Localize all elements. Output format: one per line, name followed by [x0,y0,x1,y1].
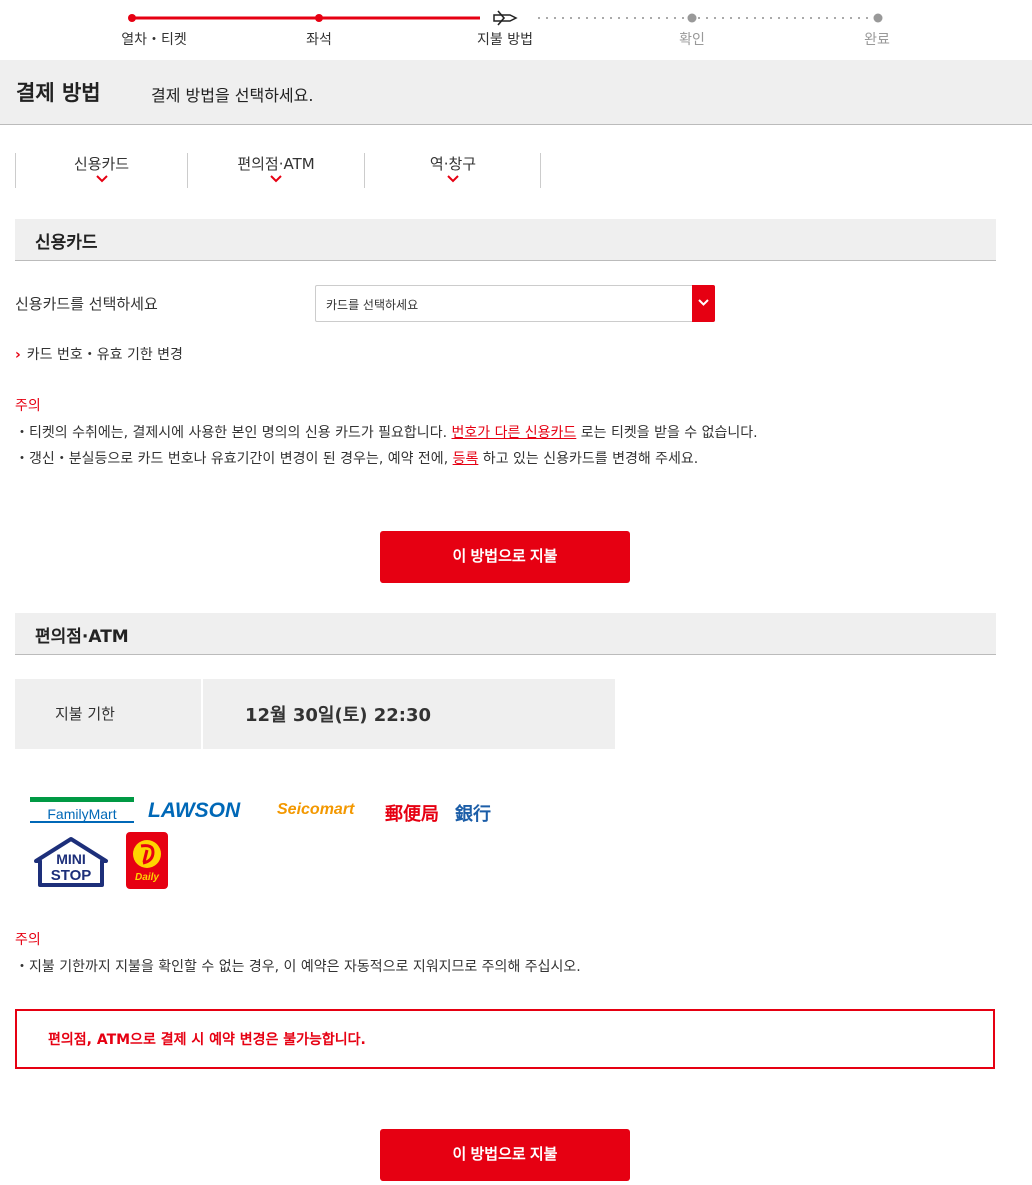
chevron-down-icon [447,175,459,183]
different-card-link[interactable]: 번호가 다른 신용카드 [451,425,576,441]
section-title: 편의점·ATM [35,627,129,647]
page-subtitle: 결제 방법을 선택하세요. [151,86,314,105]
chevron-right-icon: › [15,347,21,363]
daily-text: Daily [135,872,159,883]
change-card-label: 카드 번호・유효 기한 변경 [26,347,183,363]
warning-box: 편의점, ATM으로 결제 시 예약 변경은 불가능합니다. [15,1009,995,1069]
tab-label: 신용카드 [73,155,130,173]
tab-label: 편의점·ATM [237,155,315,173]
tab-convenience-atm[interactable]: 편의점·ATM [187,153,364,188]
pay-store-button[interactable]: 이 방법으로 지불 [380,1129,630,1181]
step-dot-4 [687,13,697,23]
tab-divider [540,153,541,188]
page-header: 결제 방법 결제 방법을 선택하세요. [0,60,1032,125]
pay-credit-button[interactable]: 이 방법으로 지불 [380,531,630,583]
warning-text: 편의점, ATM으로 결제 시 예약 변경은 불가능합니다. [48,1032,366,1048]
register-link[interactable]: 등록 [453,451,479,467]
notice-text: ・갱신・분실등으로 카드 번호나 유효기간이 변경이 된 경우는, 예약 전에, [15,451,453,467]
tab-label: 역·창구 [429,155,477,173]
select-toggle[interactable] [692,285,715,322]
section-heading-credit: 신용카드 [15,219,996,261]
ministop-text-2: STOP [51,867,92,884]
notice-title: 주의 [15,398,41,414]
notice-text: 로는 티켓을 받을 수 없습니다. [576,425,758,441]
card-select-value: 카드를 선택하세요 [326,298,419,312]
section-title: 신용카드 [35,233,98,253]
notice-title: 주의 [15,932,41,948]
lawson-logo: LAWSON [148,799,241,822]
notice-text: 하고 있는 신용카드를 변경해 주세요. [478,451,699,467]
page-title: 결제 방법 [16,81,101,105]
step-dot-5 [873,13,883,23]
card-select[interactable]: 카드를 선택하세요 [315,285,715,322]
step-dot-2 [315,14,323,22]
ministop-text-1: MINI [56,851,86,867]
familymart-logo: FamilyMart [30,797,134,825]
change-card-link[interactable]: › 카드 번호・유효 기한 변경 [15,344,183,364]
section-heading-store: 편의점·ATM [15,613,996,655]
step-label-train: 열차・티켓 [121,32,187,48]
chevron-down-icon [698,299,709,306]
ministop-logo: MINI STOP [34,837,108,887]
deadline-label-cell: 지불 기한 [15,679,203,749]
chevron-down-icon [270,175,282,183]
daily-yamazaki-logo: Daily [126,832,168,889]
tab-credit-card[interactable]: 신용카드 [15,153,187,188]
step-label-confirm: 확인 [679,32,705,48]
step-label-seat: 좌석 [306,32,332,48]
notice-text: ・티켓의 수취에는, 결제시에 사용한 본인 명의의 신용 카드가 필요합니다. [15,425,452,441]
step-dot-1 [128,14,136,22]
card-select-label: 신용카드를 선택하세요 [15,295,158,313]
seicomart-logo: Seicomart [277,801,355,818]
chevron-down-icon [95,175,108,183]
bank-logo: 銀行 [455,804,491,825]
progress-track [128,10,883,26]
post-office-logo: 郵便局 [385,804,439,825]
deadline-value: 12월 30일(토) 22:30 [245,705,432,726]
payment-deadline: 지불 기한 12월 30일(토) 22:30 [15,679,615,749]
familymart-text: FamilyMart [30,805,134,823]
step-label-complete: 완료 [864,32,890,48]
step-label-payment: 지불 방법 [477,32,533,48]
progress-steps: 열차・티켓 좌석 지불 방법 확인 완료 [0,0,1032,60]
notice-line: ・티켓의 수취에는, 결제시에 사용한 본인 명의의 신용 카드가 필요합니다.… [15,422,758,442]
notice-line: ・지불 기한까지 지불을 확인할 수 없는 경우, 이 예약은 자동적으로 지워… [15,959,581,975]
train-icon [493,10,518,26]
deadline-label: 지불 기한 [55,705,115,723]
notice-line: ・갱신・분실등으로 카드 번호나 유효기간이 변경이 된 경우는, 예약 전에,… [15,448,698,468]
tab-station-counter[interactable]: 역·창구 [364,153,541,188]
